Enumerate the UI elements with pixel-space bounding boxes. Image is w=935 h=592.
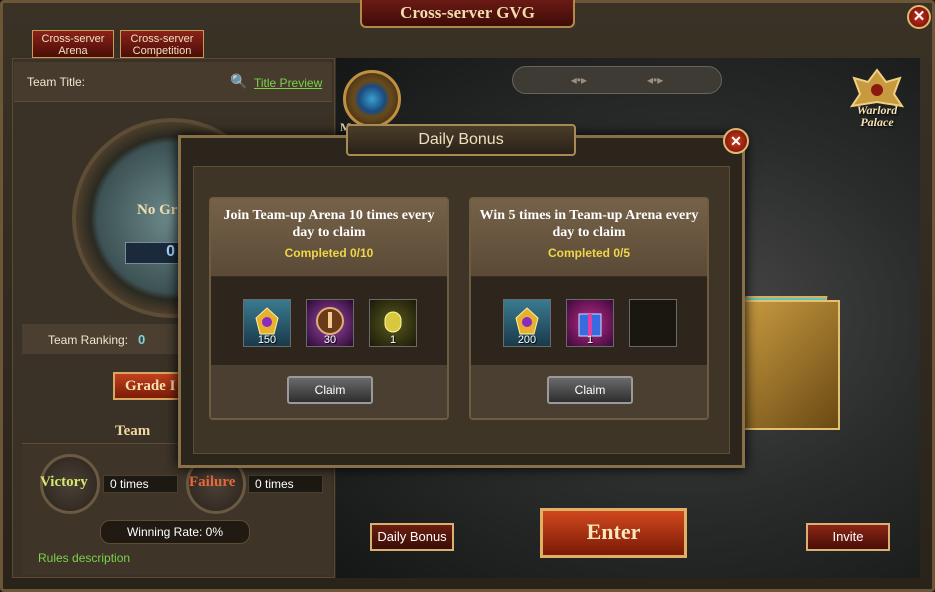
gold-badge-icon[interactable]: 200 bbox=[503, 299, 551, 347]
team-title-label: Team Title: bbox=[27, 75, 86, 89]
golden-cube bbox=[740, 300, 840, 430]
card-title: Win 5 times in Team-up Arena every day t… bbox=[479, 208, 699, 240]
grade-button[interactable]: Grade I bbox=[113, 372, 183, 400]
team-score: 0 bbox=[125, 242, 180, 264]
tab-cross-server-competition[interactable]: Cross-server Competition bbox=[120, 30, 204, 58]
empty-slot-icon[interactable] bbox=[629, 299, 677, 347]
failure-label: Failure bbox=[189, 474, 236, 490]
rules-description-link[interactable]: Rules description bbox=[38, 551, 130, 565]
victory-times: 0 times bbox=[103, 475, 178, 493]
no-group-label: No Gr bbox=[137, 202, 178, 218]
warlord-palace-label: Warlord Palace bbox=[856, 103, 898, 129]
gold-pass-icon[interactable]: 1 bbox=[369, 299, 417, 347]
item-qty: 150 bbox=[257, 334, 277, 346]
claim-button-2[interactable]: Claim bbox=[547, 376, 633, 404]
card-status: Completed 0/10 bbox=[284, 246, 374, 260]
top-plate: ◂•▸ ◂•▸ bbox=[512, 66, 722, 94]
item-qty: 1 bbox=[586, 334, 594, 346]
card-items: 200 1 bbox=[471, 277, 707, 365]
card-title: Join Team-up Arena 10 times every day to… bbox=[223, 208, 435, 240]
item-qty: 1 bbox=[389, 334, 397, 346]
card-status: Completed 0/5 bbox=[547, 246, 631, 260]
gold-badge-icon[interactable]: 150 bbox=[243, 299, 291, 347]
tab-cross-server-arena[interactable]: Cross-server Arena bbox=[32, 30, 114, 58]
gift-box-icon[interactable]: 1 bbox=[566, 299, 614, 347]
search-icon: 🔍 bbox=[230, 73, 248, 89]
team-ranking-label: Team Ranking: bbox=[48, 333, 129, 347]
card-items: 150 30 1 bbox=[211, 277, 447, 365]
item-qty: 30 bbox=[323, 334, 337, 346]
dialog-close-icon[interactable]: ✕ bbox=[723, 128, 749, 154]
team-header: Team bbox=[115, 423, 151, 439]
invite-button[interactable]: Invite bbox=[806, 523, 890, 551]
victory-label: Victory bbox=[40, 474, 88, 490]
tower-medal-icon[interactable]: 30 bbox=[306, 299, 354, 347]
close-icon[interactable]: ✕ bbox=[907, 5, 931, 29]
enter-button[interactable]: Enter bbox=[540, 508, 687, 558]
team-ranking-value: 0 bbox=[138, 332, 146, 347]
window-title: Cross-server GVG bbox=[360, 0, 575, 28]
title-preview-link[interactable]: Title Preview bbox=[254, 76, 322, 90]
dialog-title: Daily Bonus bbox=[346, 124, 576, 156]
medal-emblem-icon[interactable] bbox=[343, 70, 401, 128]
daily-bonus-button[interactable]: Daily Bonus bbox=[370, 523, 454, 551]
winning-rate: Winning Rate: 0% bbox=[100, 520, 250, 544]
item-qty: 200 bbox=[517, 334, 537, 346]
card-head: Join Team-up Arena 10 times every day to… bbox=[211, 199, 447, 277]
claim-button-1[interactable]: Claim bbox=[287, 376, 373, 404]
failure-times: 0 times bbox=[248, 475, 323, 493]
card-head: Win 5 times in Team-up Arena every day t… bbox=[471, 199, 707, 277]
